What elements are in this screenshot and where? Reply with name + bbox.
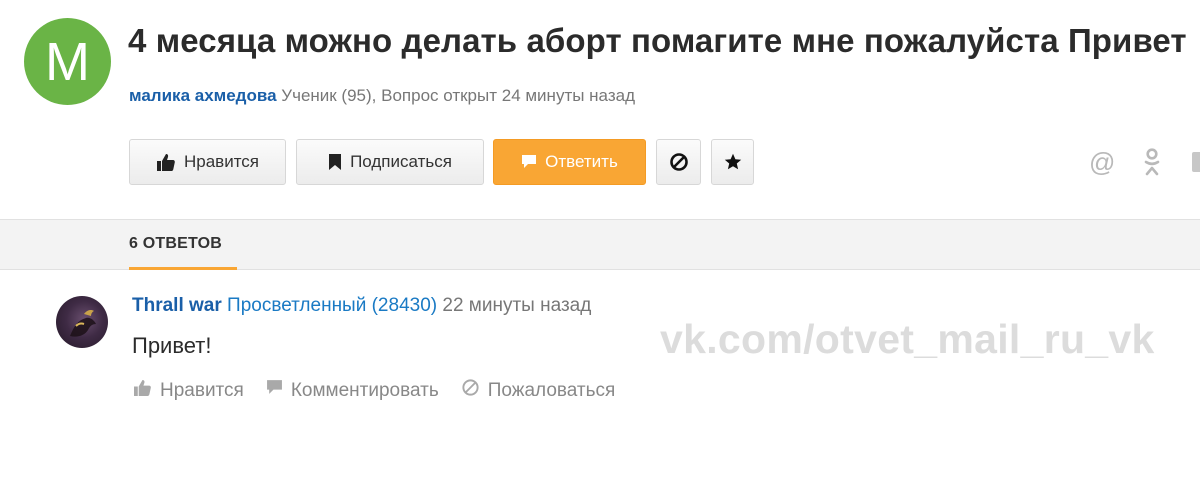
watermark: vk.com/otvet_mail_ru_vk	[660, 316, 1155, 362]
answer-meta: Thrall war Просветленный (28430) 22 мину…	[132, 295, 591, 317]
thumbs-up-icon	[156, 153, 176, 171]
question-meta: малика ахмедова Ученик (95), Вопрос откр…	[129, 86, 635, 106]
answer-report-label: Пожаловаться	[487, 379, 616, 401]
block-button[interactable]	[656, 139, 701, 185]
thumbs-up-icon	[133, 379, 152, 402]
answer-comment-label: Комментировать	[290, 379, 439, 401]
block-icon	[669, 152, 689, 172]
answer-like-button[interactable]: Нравится	[133, 378, 244, 403]
subscribe-button[interactable]: Подписаться	[296, 139, 484, 185]
speech-bubble-icon	[521, 154, 537, 170]
answer-actions: Нравится Комментировать Пожаловаться	[133, 378, 615, 403]
answer-author-rank[interactable]: Просветленный (28430)	[227, 295, 437, 316]
like-button-label: Нравится	[183, 152, 259, 171]
comment-icon	[266, 379, 283, 402]
share-more-icon[interactable]	[1192, 152, 1200, 172]
reply-button[interactable]: Ответить	[493, 139, 646, 185]
favorite-button[interactable]	[711, 139, 754, 185]
answer-report-button[interactable]: Пожаловаться	[461, 378, 616, 403]
like-button[interactable]: Нравится	[129, 139, 286, 185]
star-icon	[724, 153, 742, 171]
answer-author-avatar[interactable]	[56, 296, 108, 348]
question-meta-text: Ученик (95), Вопрос открыт 24 минуты наз…	[281, 86, 635, 105]
report-icon	[461, 378, 480, 403]
share-mail-icon[interactable]: @	[1089, 148, 1115, 176]
avatar-letter: M	[45, 31, 90, 92]
bookmark-icon	[328, 154, 342, 170]
subscribe-button-label: Подписаться	[350, 152, 452, 171]
answers-tab-bar: 6 ОТВЕТОВ	[0, 219, 1200, 270]
answer-time: 22 минуты назад	[442, 295, 592, 316]
answer-author-link[interactable]: Thrall war	[132, 295, 222, 316]
answer-text: Привет!	[132, 333, 212, 358]
question-title: 4 месяца можно делать аборт помагите мне…	[128, 22, 1187, 59]
question-author-link[interactable]: малика ахмедова	[129, 86, 277, 105]
question-page: M 4 месяца можно делать аборт помагите м…	[0, 0, 1200, 479]
reply-button-label: Ответить	[545, 152, 618, 171]
share-odnoklassniki-icon[interactable]	[1143, 148, 1161, 181]
tab-answers[interactable]: 6 ОТВЕТОВ	[129, 220, 237, 270]
question-author-avatar[interactable]: M	[24, 18, 111, 105]
answer-like-label: Нравится	[160, 379, 244, 401]
answer-comment-button[interactable]: Комментировать	[266, 378, 439, 403]
